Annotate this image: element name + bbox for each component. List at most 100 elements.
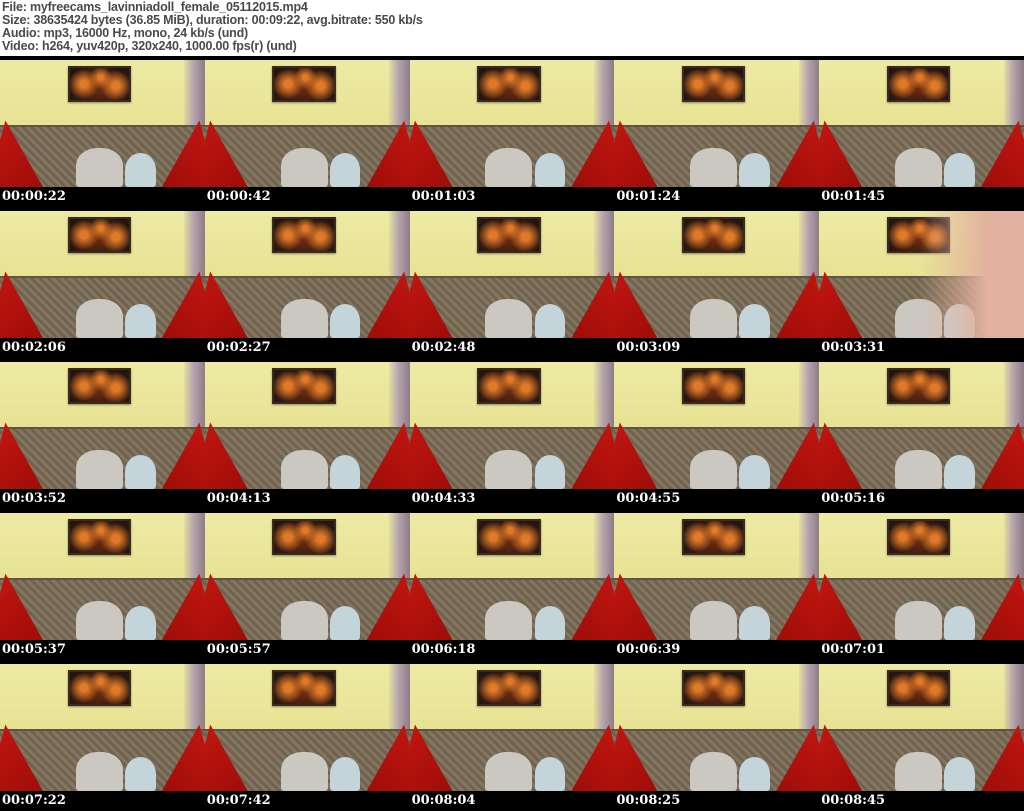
frame-timestamp: 00:06:18 (409, 640, 615, 660)
video-frame-placeholder (204, 660, 410, 791)
wall-painting (477, 66, 541, 102)
frame-timestamp: 00:01:03 (409, 187, 615, 207)
wall-painting (886, 368, 951, 404)
letterbox-strip (0, 56, 205, 60)
video-frame-placeholder (819, 207, 1024, 338)
video-frame-placeholder (614, 56, 820, 187)
wall-painting (477, 217, 541, 253)
frame-timestamp: 00:08:04 (409, 791, 615, 811)
frame-timestamp: 00:02:48 (409, 338, 615, 358)
frame-timestamp: 00:07:22 (0, 791, 205, 811)
gray-pillow (894, 600, 943, 640)
gray-pillow (75, 449, 123, 489)
frame-timestamp: 00:05:57 (204, 640, 410, 660)
video-frame-placeholder (0, 207, 205, 338)
blue-pillow (944, 605, 975, 640)
letterbox-strip (409, 509, 615, 513)
frame-timestamp: 00:02:27 (204, 338, 410, 358)
thumbnail-cell: 00:05:16 (819, 358, 1024, 509)
gray-pillow (75, 147, 123, 187)
blue-pillow (534, 454, 566, 489)
gray-pillow (75, 298, 123, 338)
thumbnail-cell: 00:05:57 (204, 509, 410, 660)
video-frame-placeholder (819, 56, 1024, 187)
thumbnail-cell: 00:01:24 (614, 56, 820, 207)
thumbnail-cell: 00:00:42 (204, 56, 410, 207)
frame-timestamp: 00:04:13 (204, 489, 410, 509)
gray-pillow (280, 147, 328, 187)
gray-pillow (690, 147, 738, 187)
blue-pillow (739, 152, 771, 187)
gray-pillow (75, 600, 123, 640)
video-frame-placeholder (409, 660, 615, 791)
thumbnail-cell: 00:02:48 (409, 207, 615, 358)
gray-pillow (485, 600, 533, 640)
frame-timestamp: 00:06:39 (614, 640, 820, 660)
letterbox-strip (614, 660, 820, 664)
frame-timestamp: 00:04:33 (409, 489, 615, 509)
wall-painting (886, 519, 951, 555)
frame-timestamp: 00:00:42 (204, 187, 410, 207)
video-frame-placeholder (614, 358, 820, 489)
letterbox-strip (0, 509, 205, 513)
wall-painting (272, 66, 336, 102)
video-frame-placeholder (819, 660, 1024, 791)
gray-pillow (894, 449, 943, 489)
wall-painting (477, 368, 541, 404)
frame-timestamp: 00:07:42 (204, 791, 410, 811)
thumbnail-cell: 00:01:45 (819, 56, 1024, 207)
video-frame-placeholder (204, 509, 410, 640)
gray-pillow (280, 298, 328, 338)
video-frame-placeholder (204, 56, 410, 187)
blue-pillow (534, 756, 566, 791)
blue-pillow (329, 605, 361, 640)
letterbox-strip (409, 660, 615, 664)
wall-painting (272, 217, 336, 253)
frame-timestamp: 00:01:45 (819, 187, 1024, 207)
file-info-header: File: myfreecams_lavinniadoll_female_051… (0, 0, 1024, 56)
wall-painting (681, 368, 746, 404)
gray-pillow (280, 751, 328, 791)
wall-painting (272, 368, 336, 404)
thumbnail-cell: 00:07:01 (819, 509, 1024, 660)
wall-painting (67, 519, 132, 555)
blue-pillow (534, 605, 566, 640)
letterbox-strip (204, 56, 410, 60)
frame-timestamp: 00:01:24 (614, 187, 820, 207)
frame-timestamp: 00:07:01 (819, 640, 1024, 660)
gray-pillow (280, 449, 328, 489)
letterbox-strip (204, 358, 410, 362)
video-frame-placeholder (409, 358, 615, 489)
letterbox-strip (0, 358, 205, 362)
frame-timestamp: 00:08:25 (614, 791, 820, 811)
letterbox-strip (819, 207, 1024, 211)
thumbnail-cell: 00:04:33 (409, 358, 615, 509)
letterbox-strip (614, 358, 820, 362)
letterbox-strip (819, 660, 1024, 664)
frame-timestamp: 00:03:31 (819, 338, 1024, 358)
motion-blur-overlay (901, 207, 1024, 338)
thumbnail-cell: 00:00:22 (0, 56, 205, 207)
wall-painting (886, 670, 951, 706)
blue-pillow (944, 454, 975, 489)
gray-pillow (75, 751, 123, 791)
video-frame-placeholder (614, 660, 820, 791)
thumbnail-cell: 00:04:55 (614, 358, 820, 509)
wall-painting (477, 519, 541, 555)
blue-pillow (329, 454, 361, 489)
blue-pillow (739, 303, 771, 338)
wall-painting (272, 519, 336, 555)
video-frame-placeholder (819, 358, 1024, 489)
gray-pillow (485, 298, 533, 338)
letterbox-strip (409, 358, 615, 362)
blue-pillow (739, 454, 771, 489)
blue-pillow (944, 152, 975, 187)
blue-pillow (329, 756, 361, 791)
video-frame-placeholder (0, 660, 205, 791)
letterbox-strip (204, 207, 410, 211)
blue-pillow (534, 152, 566, 187)
wall-painting (67, 66, 132, 102)
video-frame-placeholder (614, 509, 820, 640)
frame-timestamp: 00:05:16 (819, 489, 1024, 509)
gray-pillow (894, 751, 943, 791)
